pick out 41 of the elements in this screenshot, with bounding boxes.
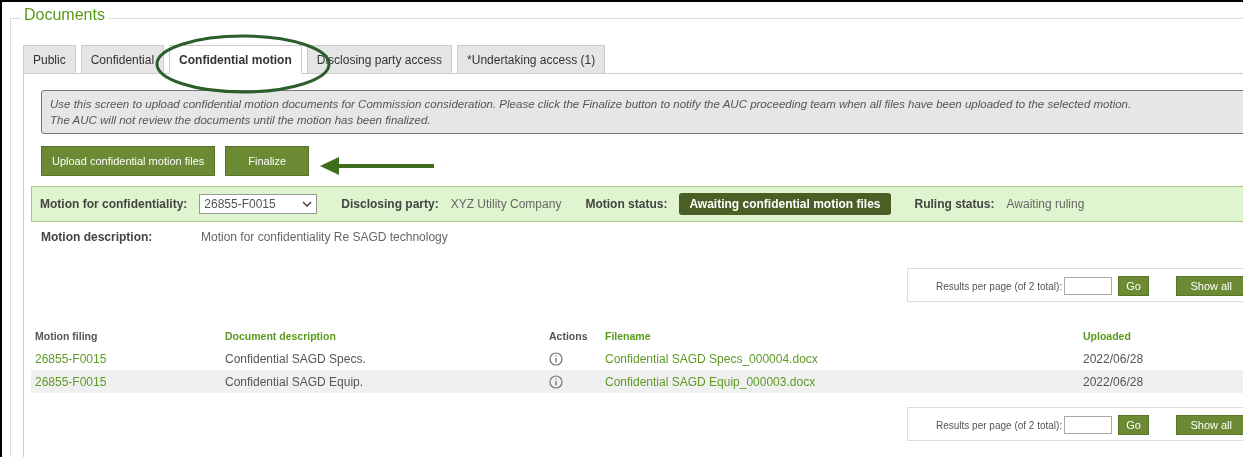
table-cell-text: 2022/06/28: [1083, 351, 1145, 366]
filing-link[interactable]: 26855-F0015: [35, 351, 225, 366]
column-header: Motion filing: [35, 329, 99, 342]
show-all-button[interactable]: Show all: [1176, 415, 1243, 435]
results-per-page-field[interactable]: [1064, 277, 1113, 295]
tab[interactable]: Public: [23, 45, 76, 73]
description-value: Motion for confidentiality Re SAGD technology: [201, 230, 448, 244]
column-header[interactable]: Document description: [225, 329, 549, 342]
status-label: Motion status:: [585, 197, 668, 211]
description-label: Motion description:: [41, 230, 154, 244]
show-all-button[interactable]: Show all: [1176, 276, 1243, 296]
info-icon[interactable]: [549, 374, 563, 389]
tab[interactable]: Confidential motion: [169, 45, 302, 74]
tab[interactable]: Confidential: [80, 45, 165, 73]
table-cell-text: Confidential SAGD Equip.: [225, 374, 365, 389]
column-header[interactable]: Filename: [605, 329, 1083, 342]
party-value: XYZ Utility Company: [450, 197, 562, 211]
status-badge: Awaiting confidential motion files: [679, 193, 891, 215]
go-button[interactable]: Go: [1118, 415, 1149, 435]
ruling-label: Ruling status:: [914, 197, 995, 211]
finalize-button[interactable]: Finalize: [225, 146, 310, 176]
results-per-page-label: Results per page (of 2 total):: [936, 280, 1063, 292]
motion-select[interactable]: 26855-F0015: [199, 194, 318, 214]
ruling-value: Awaiting ruling: [1006, 197, 1085, 211]
results-per-page-field[interactable]: [1064, 416, 1113, 434]
column-header: Actions: [549, 329, 589, 342]
instructions-notice: Use this screen to upload confidential motion documents for Commission consideration. Please click the Finalize button to notify the AUC proceeding team when all files have been uploaded to the selected motion. The AUC will not review the documents until the motion has been finalized.: [41, 90, 1243, 134]
table-cell-text: Confidential SAGD Specs.: [225, 351, 367, 366]
motion-label: Motion for confidentiality:: [40, 197, 188, 211]
upload-button[interactable]: Upload confidential motion files: [41, 146, 216, 176]
filename-link[interactable]: Confidential SAGD Equip_000003.docx: [605, 374, 1083, 389]
results-per-page-label: Results per page (of 2 total):: [936, 419, 1063, 431]
info-icon[interactable]: [549, 351, 563, 366]
filename-link[interactable]: Confidential SAGD Specs_000004.docx: [605, 351, 1083, 366]
filing-link[interactable]: 26855-F0015: [35, 374, 225, 389]
go-button[interactable]: Go: [1118, 276, 1149, 296]
chevron-down-icon: [302, 201, 313, 207]
tab[interactable]: *Undertaking access (1): [457, 45, 606, 73]
column-header[interactable]: Uploaded: [1083, 329, 1243, 342]
table-cell-text: 2022/06/28: [1083, 374, 1145, 389]
party-label: Disclosing party:: [341, 197, 439, 211]
